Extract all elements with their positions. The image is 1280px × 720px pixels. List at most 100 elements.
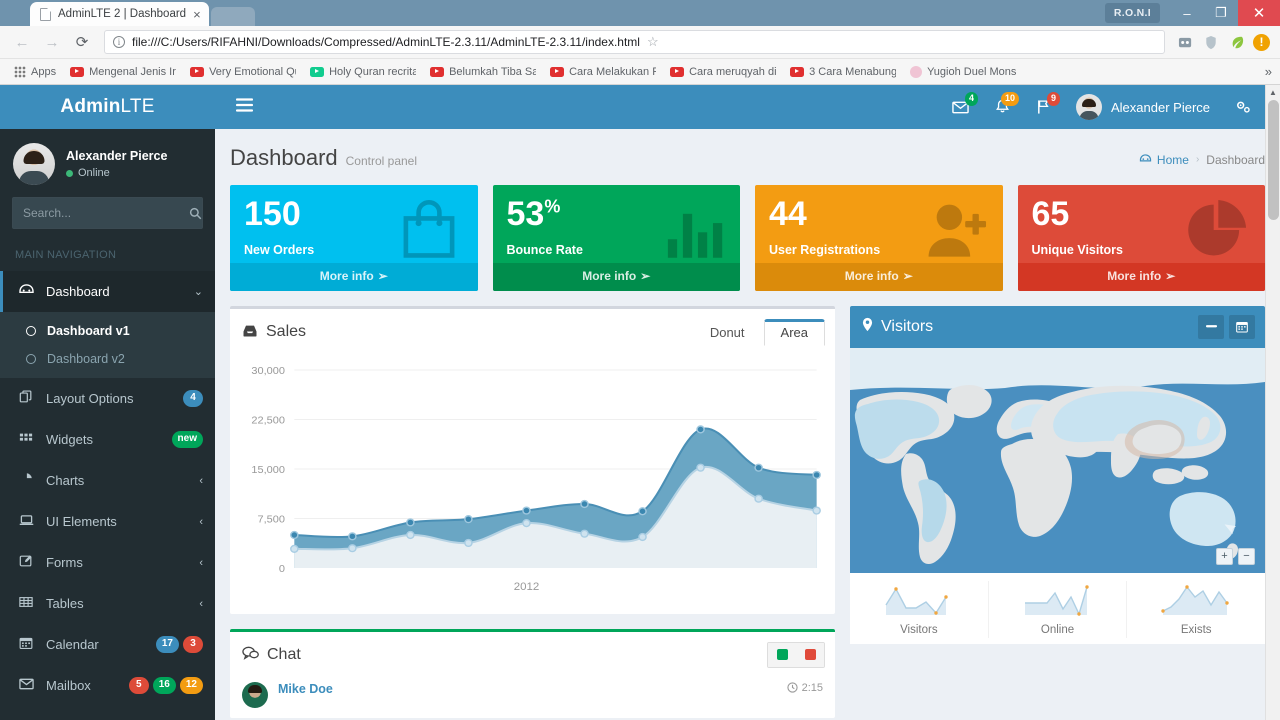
zoom-in-button[interactable]: +	[1216, 547, 1233, 565]
chevron-left-icon: ‹	[199, 474, 203, 487]
minimize-icon[interactable]: –	[1170, 0, 1204, 26]
sidebar-item-charts[interactable]: Charts ‹	[0, 460, 215, 501]
sidebar-toggle-icon[interactable]	[228, 91, 261, 123]
chevron-left-icon: ‹	[199, 597, 203, 610]
sidebar-item-tables[interactable]: Tables ‹	[0, 583, 215, 624]
stat-more-info-link[interactable]: More info ➢	[755, 262, 1003, 291]
forward-icon[interactable]: →	[40, 30, 64, 54]
sidebar-user-panel[interactable]: Alexander Pierce Online	[0, 129, 215, 197]
visitors-box-header: Visitors	[850, 306, 1265, 348]
sidebar-item-layout-options[interactable]: Layout Options 4	[0, 378, 215, 419]
sidebar-item-calendar[interactable]: Calendar 17 3	[0, 624, 215, 665]
bookmark-item[interactable]: Mengenal Jenis Irama	[64, 64, 182, 80]
apps-label: Apps	[31, 65, 57, 78]
bookmark-label: Cara meruqyah diri se	[689, 65, 777, 78]
youtube-icon	[190, 66, 205, 77]
bookmark-item[interactable]: Yugioh Duel Monster	[904, 64, 1022, 80]
sidebar-item-dashboard-v1[interactable]: Dashboard v1	[0, 317, 215, 345]
messages-badge: 4	[964, 92, 978, 106]
sidebar-item-forms[interactable]: Forms ‹	[0, 542, 215, 583]
warning-icon[interactable]: !	[1253, 33, 1270, 51]
search-input[interactable]	[13, 206, 188, 220]
scroll-up-icon[interactable]: ▲	[1266, 85, 1280, 100]
avatar	[13, 143, 55, 185]
stat-box-new-orders[interactable]: 150 New Orders More info ➢	[230, 185, 478, 291]
sales-tabs: Donut Area	[691, 318, 825, 346]
tab-donut[interactable]: Donut	[693, 319, 762, 346]
page-subtitle: Control panel	[345, 154, 418, 168]
window-controls: R.O.N.I – ❐ ✕	[1104, 0, 1280, 26]
world-map[interactable]: + −	[850, 347, 1265, 573]
youtube-play-icon	[310, 66, 325, 77]
search-icon[interactable]	[188, 207, 202, 220]
bookmark-label: Yugioh Duel Monster	[927, 65, 1017, 78]
close-icon[interactable]: ×	[193, 8, 201, 21]
page-info-icon[interactable]: i	[113, 36, 125, 48]
edit-icon	[17, 554, 35, 571]
tasks-menu[interactable]: 9	[1023, 85, 1064, 129]
sparkline-visitors: Visitors	[850, 580, 989, 638]
bookmark-item[interactable]: 3 Cara Menabung yan	[784, 64, 902, 80]
settings-toggle[interactable]	[1222, 85, 1265, 129]
stat-box-bounce-rate[interactable]: 53% Bounce Rate More info ➢	[492, 185, 740, 291]
stat-more-info-link[interactable]: More info ➢	[492, 262, 740, 291]
close-window-icon[interactable]: ✕	[1238, 0, 1280, 26]
scrollbar-thumb[interactable]	[1268, 100, 1279, 220]
shield-icon[interactable]	[1201, 32, 1221, 52]
sidebar-item-mailbox[interactable]: Mailbox 5 16 12	[0, 665, 215, 706]
sidebar-item-widgets[interactable]: Widgets new	[0, 419, 215, 460]
logo-bold: Admin	[60, 96, 121, 117]
visitors-sparklines: Visitors Online Exists	[850, 572, 1265, 644]
user-menu[interactable]: Alexander Pierce	[1064, 85, 1222, 129]
bookmark-item[interactable]: Belumkah Tiba Saatny	[424, 64, 542, 80]
apps-shortcut[interactable]: Apps	[8, 64, 62, 80]
zoom-out-button[interactable]: −	[1238, 547, 1255, 565]
sales-box-body: 07,50015,00022,50030,000 20122013	[230, 356, 835, 614]
bookmark-item[interactable]: Cara Melakukan Ruqy	[544, 64, 662, 80]
avatar-icon	[910, 65, 923, 78]
new-tab-button[interactable]	[210, 7, 255, 26]
back-icon[interactable]: ←	[10, 30, 34, 54]
sidebar-item-dashboard-v2[interactable]: Dashboard v2	[0, 345, 215, 373]
collapse-button[interactable]	[1198, 314, 1224, 339]
sidebar-item-dashboard[interactable]: Dashboard ⌄	[0, 271, 215, 312]
messages-menu[interactable]: 4	[939, 85, 982, 129]
sales-title: Sales	[242, 323, 306, 341]
stat-box-unique-visitors[interactable]: 65 Unique Visitors More info ➢	[1017, 185, 1265, 291]
stat-more-info-link[interactable]: More info ➢	[1017, 262, 1265, 291]
stat-more-info-link[interactable]: More info ➢	[230, 262, 478, 291]
status-online-button[interactable]	[768, 642, 796, 667]
breadcrumb-home[interactable]: Home	[1139, 153, 1189, 167]
sparkline-chart	[1161, 584, 1229, 615]
notifications-menu[interactable]: 10	[982, 85, 1023, 129]
map-marker-icon	[862, 317, 873, 337]
leaf-icon[interactable]	[1227, 32, 1247, 52]
reload-icon[interactable]: ⟳	[70, 30, 94, 54]
stat-label: Unique Visitors	[1031, 242, 1123, 257]
pie-chart-icon	[17, 472, 35, 489]
sidebar-item-label: Tables	[46, 596, 84, 611]
grid-icon	[17, 431, 35, 448]
bookmark-item[interactable]: Holy Quran recritation	[304, 64, 422, 80]
app-logo[interactable]: Admin LTE	[0, 85, 215, 129]
browser-tab[interactable]: AdminLTE 2 | Dashboard ×	[30, 2, 209, 26]
sidebar-subitem-label: Dashboard v2	[47, 352, 125, 366]
status-busy-button[interactable]	[796, 642, 824, 667]
bookmarks-overflow-icon[interactable]: »	[1265, 64, 1272, 79]
sidebar-item-ui-elements[interactable]: UI Elements ‹	[0, 501, 215, 542]
stat-box-user-registrations[interactable]: 44 User Registrations More info ➢	[755, 185, 1003, 291]
maximize-icon[interactable]: ❐	[1204, 0, 1238, 26]
bookmark-item[interactable]: Cara meruqyah diri se	[664, 64, 782, 80]
sales-area-chart[interactable]: 07,50015,00022,50030,000 20122013	[240, 356, 825, 604]
page-scrollbar[interactable]: ▲	[1265, 85, 1280, 720]
calendar-button[interactable]	[1229, 314, 1255, 339]
bookmark-star-icon[interactable]: ☆	[647, 34, 659, 50]
svg-text:7,500: 7,500	[258, 513, 285, 525]
tab-area[interactable]: Area	[763, 318, 825, 346]
chat-box-header: Chat	[230, 632, 835, 678]
profile-chip[interactable]: R.O.N.I	[1104, 3, 1160, 23]
list-item[interactable]: Mike Doe 2:15	[240, 678, 825, 708]
address-bar[interactable]: i file:///C:/Users/RIFAHNI/Downloads/Com…	[104, 30, 1165, 54]
bookmark-item[interactable]: Very Emotional Quran	[184, 64, 302, 80]
extension-icon[interactable]	[1175, 32, 1195, 52]
